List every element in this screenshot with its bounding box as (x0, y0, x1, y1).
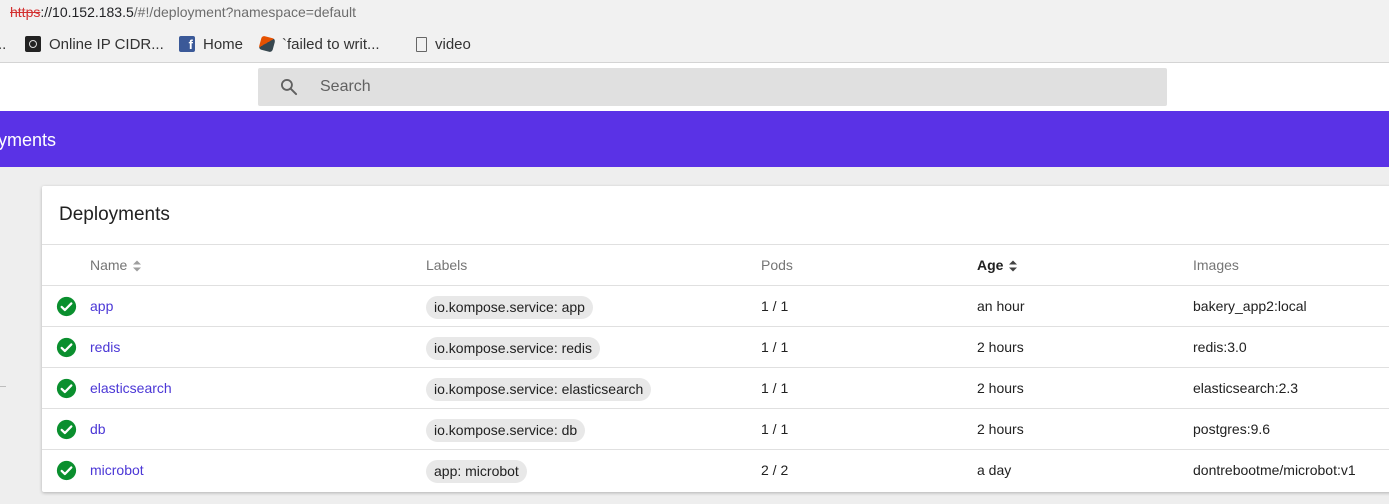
card-title: Deployments (59, 204, 170, 225)
pods-count: 1 / 1 (761, 380, 789, 396)
label-chip: io.kompose.service: elasticsearch (426, 377, 652, 401)
table-row: microbot app: microbot 2 / 2 a day dontr… (42, 450, 1389, 491)
age-value: 2 hours (977, 421, 1024, 437)
age-value: 2 hours (977, 380, 1024, 396)
pods-count: 2 / 2 (761, 462, 789, 478)
deployment-name-link[interactable]: elasticsearch (90, 380, 172, 396)
column-header-labels: Labels (426, 257, 468, 273)
image-value: dontrebootme/microbot:v1 (1193, 462, 1356, 478)
table-row: app io.kompose.service: app 1 / 1 an hou… (42, 286, 1389, 327)
check-circle-icon (56, 378, 77, 399)
table-header: Name Labels Pods Age Images (42, 245, 1389, 286)
pods-count: 1 / 1 (761, 421, 789, 437)
bookmark-online-ip-cidr[interactable]: Online IP CIDR... (25, 26, 164, 62)
table-row: elasticsearch io.kompose.service: elasti… (42, 368, 1389, 409)
column-header-images: Images (1193, 257, 1239, 273)
table-row: db io.kompose.service: db 1 / 1 2 hours … (42, 409, 1389, 450)
bookmark-label: Home (203, 35, 244, 53)
bookmark-video[interactable]: video (416, 26, 471, 62)
cidr-icon (25, 36, 41, 52)
search-box[interactable] (258, 68, 1167, 106)
column-header-name[interactable]: Name (90, 245, 142, 286)
app-header (0, 63, 1389, 111)
search-input[interactable] (320, 68, 1140, 106)
page-title: oyments (0, 130, 57, 150)
page-toolbar: oyments (0, 111, 1389, 167)
address-bar[interactable]: https://10.152.183.5/#!/deployment?names… (0, 0, 1389, 26)
sort-icon[interactable] (132, 259, 142, 273)
pods-count: 1 / 1 (761, 339, 789, 355)
age-value: a day (977, 462, 1012, 478)
deployment-name-link[interactable]: db (90, 421, 106, 437)
url-host: ://10.152.183.5 (40, 4, 134, 20)
page-icon (416, 36, 427, 52)
image-value: elasticsearch:2.3 (1193, 380, 1299, 396)
label-chip: io.kompose.service: db (426, 418, 586, 442)
image-value: postgres:9.6 (1193, 421, 1271, 437)
check-circle-icon (56, 296, 77, 317)
label-chip: io.kompose.service: app (426, 295, 593, 319)
url-path: /#!/deployment?namespace=default (133, 4, 356, 20)
sort-icon[interactable] (1008, 259, 1018, 273)
label-chip: io.kompose.service: redis (426, 336, 600, 360)
tool-icon (258, 35, 276, 53)
pods-count: 1 / 1 (761, 298, 789, 314)
sidebar-edge (0, 386, 6, 387)
bookmark-label: `failed to writ... (282, 35, 380, 53)
table-row: redis io.kompose.service: redis 1 / 1 2 … (42, 327, 1389, 368)
check-circle-icon (56, 419, 77, 440)
check-circle-icon (56, 460, 77, 481)
label-chip: app: microbot (426, 459, 527, 483)
deployment-name-link[interactable]: app (90, 298, 113, 314)
bookmark-home[interactable]: f Home (179, 26, 243, 62)
url-scheme: https (10, 4, 41, 20)
bookmark-failed-to-write[interactable]: `failed to writ... (258, 26, 380, 62)
bookmark-label: Online IP CIDR... (49, 35, 164, 53)
bookmarks-overflow[interactable]: .. (0, 26, 6, 62)
age-value: 2 hours (977, 339, 1024, 355)
deployment-name-link[interactable]: redis (90, 339, 120, 355)
bookmarks-bar: .. Online IP CIDR... f Home `failed to w… (0, 26, 1389, 63)
check-circle-icon (56, 337, 77, 358)
search-icon[interactable] (279, 77, 299, 97)
image-value: bakery_app2:local (1193, 298, 1307, 314)
bookmark-label: video (435, 35, 471, 53)
age-value: an hour (977, 298, 1025, 314)
deployment-name-link[interactable]: microbot (90, 462, 144, 478)
column-header-age[interactable]: Age (977, 245, 1018, 286)
column-header-pods: Pods (761, 257, 793, 273)
image-value: redis:3.0 (1193, 339, 1247, 355)
deployments-card: Deployments Name Labels Pods Age Images … (42, 186, 1389, 492)
facebook-icon: f (179, 36, 195, 52)
